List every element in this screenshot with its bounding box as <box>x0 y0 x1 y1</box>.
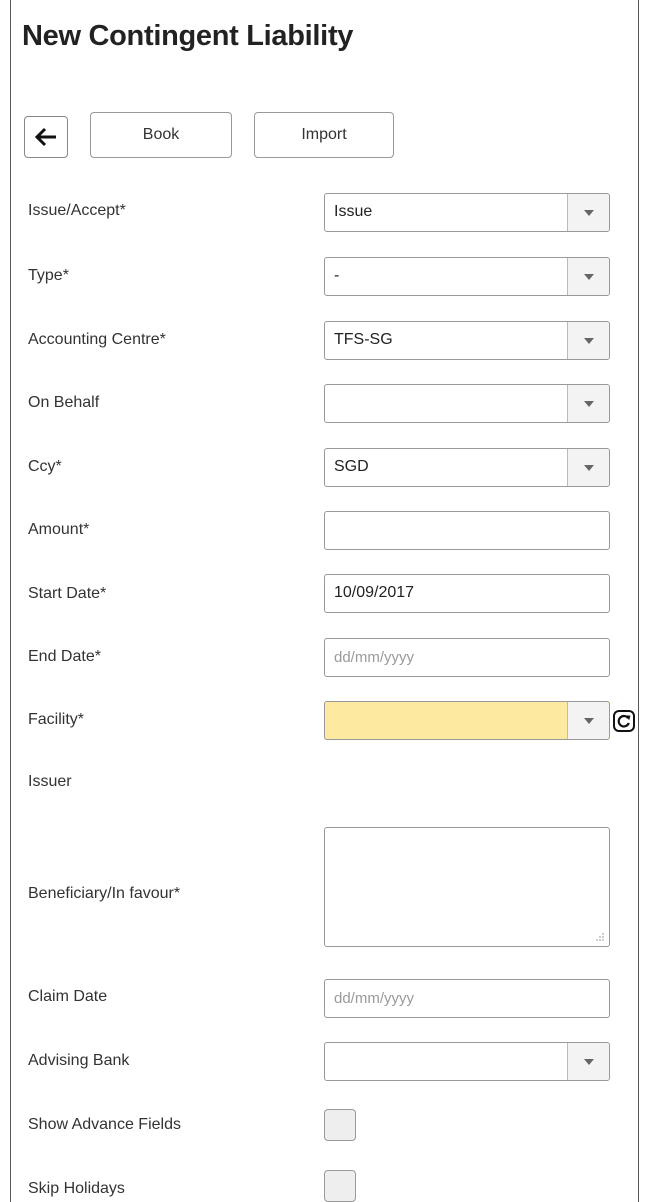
chevron-down-icon[interactable] <box>567 449 609 486</box>
chevron-down-icon[interactable] <box>567 258 609 295</box>
advising-bank-select[interactable] <box>324 1042 610 1081</box>
type-select[interactable]: - <box>324 257 610 296</box>
show-advance-fields-label: Show Advance Fields <box>28 1116 181 1133</box>
accounting-centre-value: TFS-SG <box>334 331 393 348</box>
back-button[interactable] <box>24 116 68 158</box>
skip-holidays-checkbox[interactable] <box>324 1170 356 1202</box>
chevron-down-icon[interactable] <box>567 322 609 359</box>
resize-grip-icon[interactable] <box>595 932 605 942</box>
ccy-select[interactable]: SGD <box>324 448 610 487</box>
on-behalf-label: On Behalf <box>28 394 100 411</box>
claim-date-input[interactable]: dd/mm/yyyy <box>324 979 610 1018</box>
advising-bank-label: Advising Bank <box>28 1052 130 1069</box>
arrow-left-icon <box>34 127 56 147</box>
refresh-icon[interactable] <box>613 710 635 732</box>
chevron-down-icon[interactable] <box>567 1043 609 1080</box>
type-value: - <box>334 267 340 284</box>
accounting-centre-select[interactable]: TFS-SG <box>324 321 610 360</box>
ccy-value: SGD <box>334 458 369 475</box>
start-date-value: 10/09/2017 <box>334 584 415 601</box>
chevron-down-icon[interactable] <box>567 385 609 422</box>
end-date-label: End Date* <box>28 648 101 665</box>
on-behalf-select[interactable] <box>324 384 610 423</box>
end-date-input[interactable]: dd/mm/yyyy <box>324 638 610 677</box>
amount-label: Amount* <box>28 521 90 538</box>
page-title: New Contingent Liability <box>22 20 354 52</box>
skip-holidays-label: Skip Holidays <box>28 1180 125 1197</box>
issuer-label: Issuer <box>28 773 72 790</box>
start-date-input[interactable]: 10/09/2017 <box>324 574 610 613</box>
facility-select[interactable] <box>324 701 610 740</box>
claim-date-placeholder: dd/mm/yyyy <box>334 990 415 1007</box>
beneficiary-textarea[interactable] <box>324 827 610 947</box>
window-right-border <box>638 0 639 1202</box>
facility-label: Facility* <box>28 711 85 728</box>
issue-accept-select[interactable]: Issue <box>324 193 610 232</box>
chevron-down-icon[interactable] <box>567 194 609 231</box>
issue-accept-value: Issue <box>334 203 373 220</box>
start-date-label: Start Date* <box>28 585 107 602</box>
import-button[interactable]: Import <box>254 112 394 158</box>
claim-date-label: Claim Date <box>28 988 108 1005</box>
window-left-border <box>10 0 11 1202</box>
ccy-label: Ccy* <box>28 458 62 475</box>
amount-input[interactable] <box>324 511 610 550</box>
show-advance-fields-checkbox[interactable] <box>324 1109 356 1141</box>
accounting-centre-label: Accounting Centre* <box>28 331 166 348</box>
book-button[interactable]: Book <box>90 112 232 158</box>
beneficiary-label: Beneficiary/In favour* <box>28 885 181 902</box>
chevron-down-icon[interactable] <box>567 702 609 739</box>
end-date-placeholder: dd/mm/yyyy <box>334 649 415 666</box>
issue-accept-label: Issue/Accept* <box>28 202 126 219</box>
type-label: Type* <box>28 267 69 284</box>
